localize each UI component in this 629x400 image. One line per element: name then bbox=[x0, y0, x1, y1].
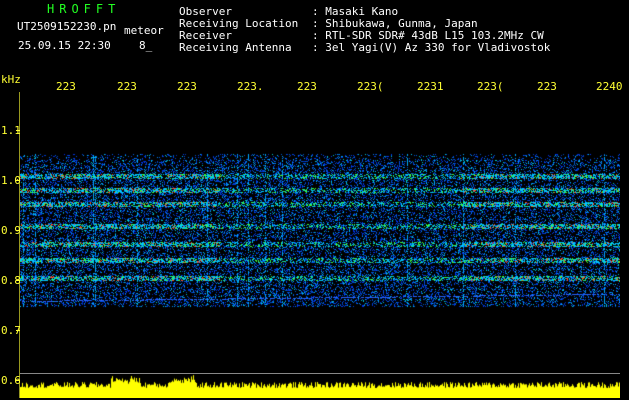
filename: UT2509152230.pn bbox=[17, 20, 117, 33]
count-label: 8_ bbox=[139, 39, 153, 52]
antenna-label: Receiving Antenna bbox=[179, 41, 292, 54]
brand-title: HROFFT bbox=[47, 2, 121, 16]
spectrogram-plot[interactable] bbox=[20, 92, 620, 398]
antenna-value: : 3el Yagi(V) Az 330 for Vladivostok bbox=[312, 41, 551, 54]
date-time: 25.09.15 22:30 bbox=[18, 39, 111, 52]
frequency-unit-label: kHz bbox=[1, 73, 21, 86]
mode-label: meteor bbox=[124, 24, 164, 37]
spectrogram-canvas bbox=[20, 92, 620, 398]
hrofft-spectrogram-window: HROFFT UT2509152230.pn meteor 25.09.15 2… bbox=[0, 0, 629, 400]
signal-baseline bbox=[20, 373, 620, 374]
